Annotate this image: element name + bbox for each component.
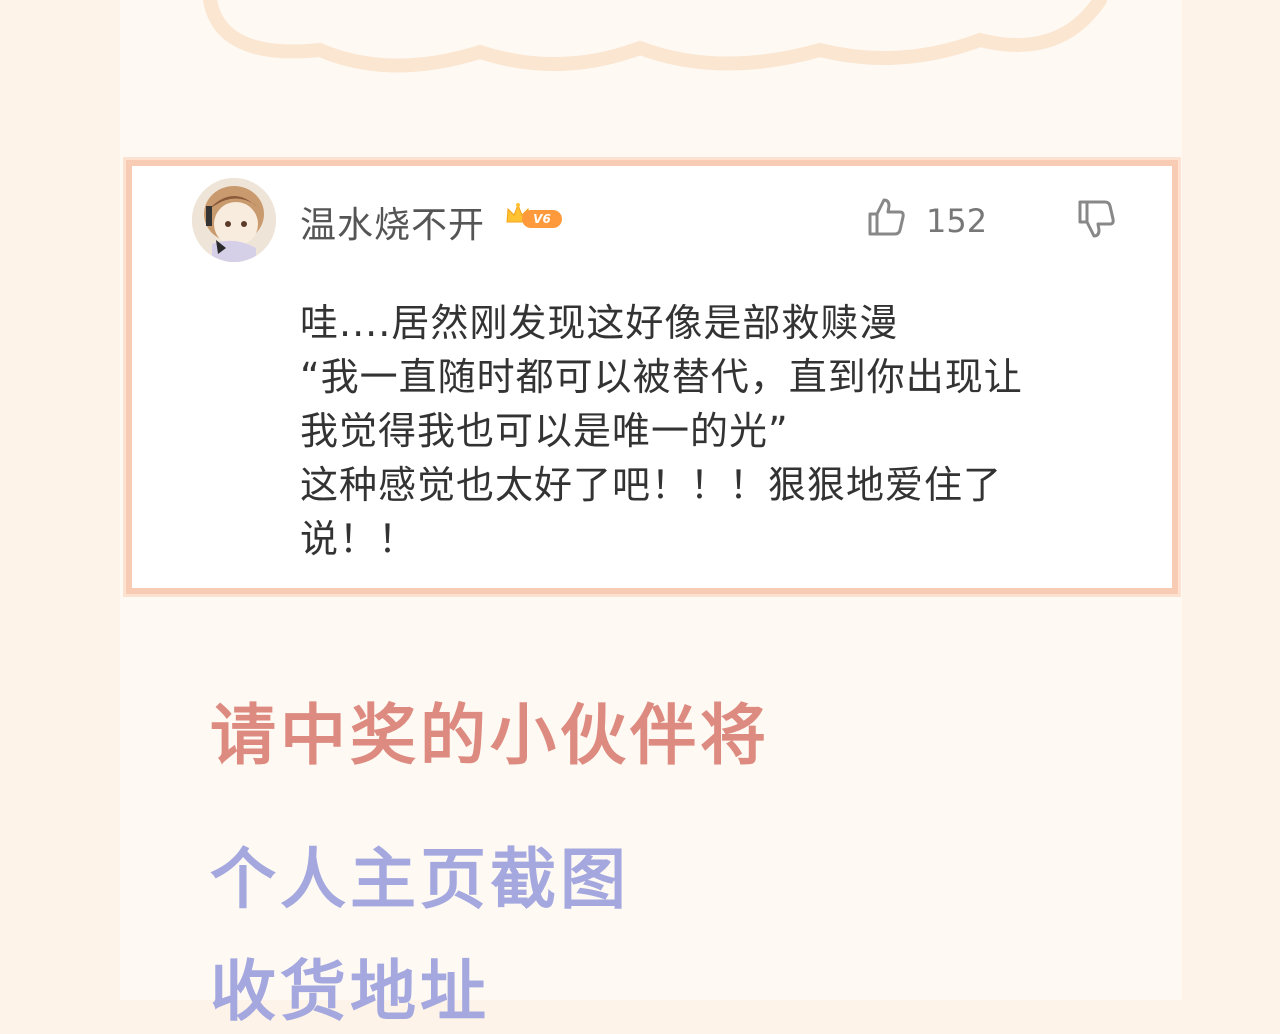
cloud-decoration [203, 0, 1107, 73]
required-item-profile-screenshot: 个人主页截图 [210, 841, 630, 918]
thumbs-down-icon[interactable] [1076, 198, 1118, 240]
comment-card: 温水烧不开 V6 152 哇....居然刚发现这好像是部救赎漫 “我一直随时都可… [126, 160, 1178, 594]
comment-line: 说！！ [300, 517, 418, 561]
vip-level: V6 [522, 210, 562, 228]
like-count: 152 [926, 202, 988, 240]
comment-line: 我觉得我也可以是唯一的光” [300, 409, 789, 453]
winner-instruction-heading: 请中奖的小伙伴将 [210, 697, 770, 774]
thumbs-up-icon[interactable] [866, 196, 908, 238]
comment-line: 这种感觉也太好了吧！！！狠狠地爱住了 [300, 463, 1003, 507]
comment-text: 哇....居然刚发现这好像是部救赎漫 “我一直随时都可以被替代，直到你出现让 我… [300, 296, 1150, 566]
comment-line: “我一直随时都可以被替代，直到你出现让 [300, 355, 1023, 399]
username[interactable]: 温水烧不开 [300, 196, 485, 248]
comment-line: 哇....居然刚发现这好像是部救赎漫 [300, 301, 899, 345]
required-item-shipping-address: 收货地址 [210, 953, 490, 1030]
user-avatar[interactable] [192, 178, 276, 262]
